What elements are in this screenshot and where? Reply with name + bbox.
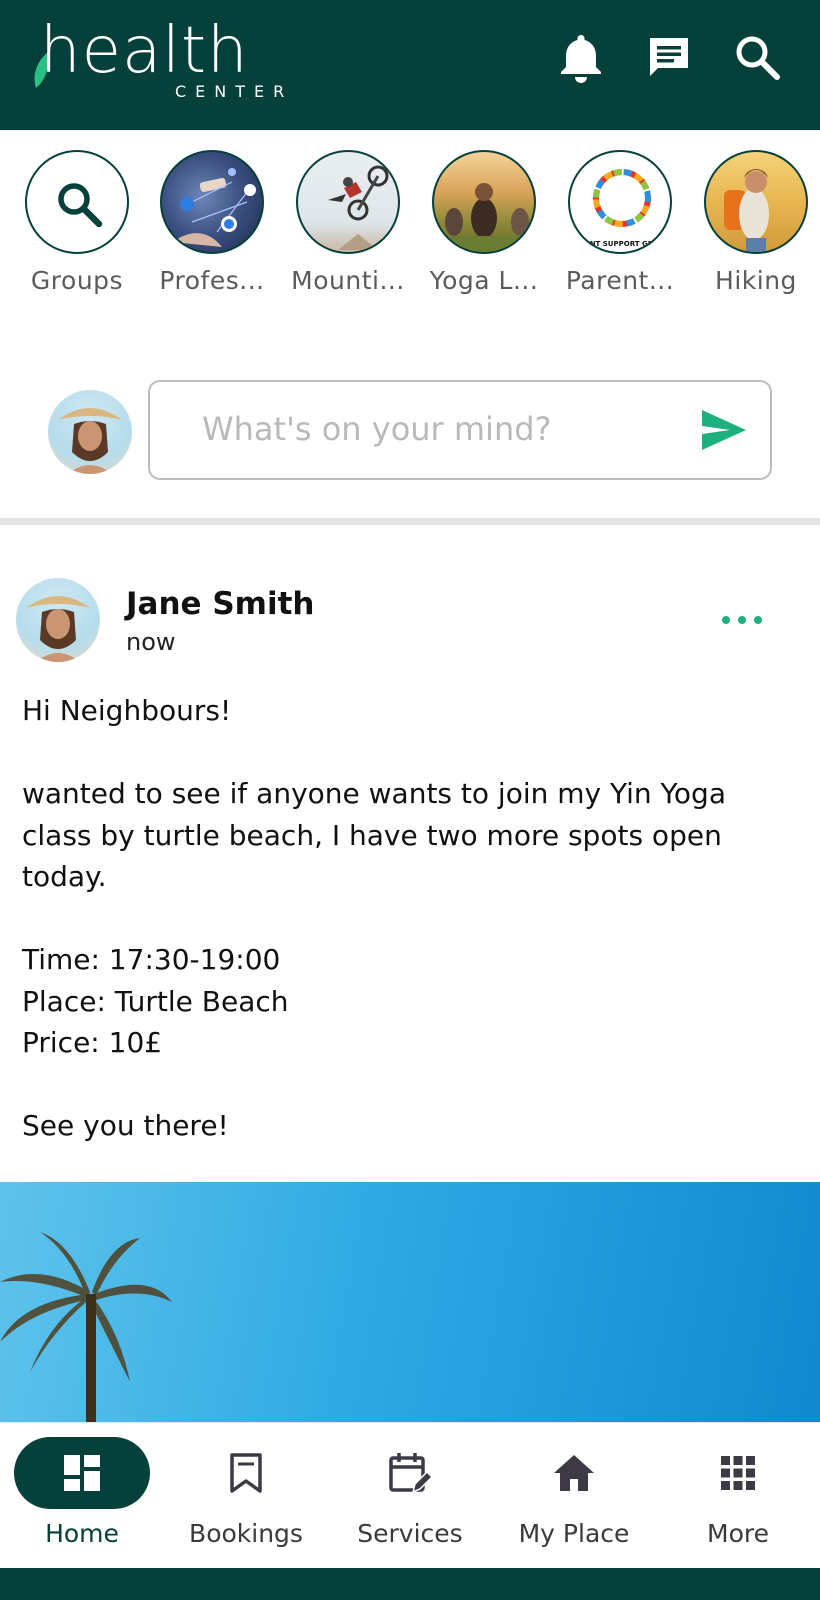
network-image: [172, 168, 256, 247]
calendar-edit-icon: [389, 1453, 433, 1494]
bookmark-icon: [230, 1453, 262, 1493]
group-item-parent[interactable]: ENT SUPPORT GRO Parent...: [550, 150, 690, 295]
group-avatar-parent-support: ENT SUPPORT GRO: [568, 150, 672, 254]
bell-icon[interactable]: [554, 30, 608, 84]
groups-search-circle[interactable]: [25, 150, 129, 254]
parent-support-logo: ENT SUPPORT GRO: [585, 169, 659, 248]
group-label: Profes...: [159, 266, 265, 295]
app-header: health CENTER: [0, 0, 820, 130]
group-avatar-yoga: [432, 150, 536, 254]
search-icon[interactable]: [730, 30, 784, 84]
chat-icon[interactable]: [642, 30, 696, 84]
nav-label: Services: [357, 1519, 463, 1548]
nav-services[interactable]: Services: [328, 1437, 492, 1557]
post-author-name[interactable]: Jane Smith: [126, 586, 314, 622]
nav-home-pill[interactable]: [14, 1437, 150, 1509]
parent-logo-text: ENT SUPPORT GRO: [585, 240, 659, 248]
nav-home[interactable]: Home: [0, 1437, 164, 1557]
group-item-yoga[interactable]: Yoga L...: [414, 150, 554, 295]
nav-label: Home: [45, 1519, 119, 1548]
group-avatar-network: [160, 150, 264, 254]
post-composer-input[interactable]: What's on your mind?: [148, 380, 772, 480]
nav-label: Bookings: [189, 1519, 303, 1548]
palm-tree-image: [0, 1232, 172, 1422]
composer-placeholder: What's on your mind?: [202, 410, 552, 448]
logo-word: health: [40, 14, 249, 88]
group-label: Mounti...: [291, 266, 405, 295]
group-item-groups[interactable]: Groups: [7, 150, 147, 295]
nav-label: My Place: [518, 1519, 630, 1548]
group-avatar-hiking: [704, 150, 808, 254]
group-label: Parent...: [565, 266, 675, 295]
user-avatar[interactable]: [48, 390, 132, 474]
post-timestamp: now: [126, 628, 176, 656]
logo-subtitle: CENTER: [175, 82, 294, 101]
groups-carousel[interactable]: Groups Profes... Mounti... Yoga L... ENT…: [0, 130, 820, 310]
nav-more[interactable]: More: [656, 1437, 820, 1557]
post-image[interactable]: [0, 1182, 820, 1422]
more-options-icon[interactable]: [722, 610, 762, 630]
group-avatar-bike: [296, 150, 400, 254]
nav-label: More: [707, 1519, 769, 1548]
nav-bookings[interactable]: Bookings: [164, 1437, 328, 1557]
send-icon[interactable]: [700, 408, 748, 452]
post-author-avatar[interactable]: [16, 578, 100, 662]
bottom-navigation: Home Bookings Services My Place More: [0, 1422, 820, 1568]
system-bar: [0, 1568, 820, 1600]
group-label: Yoga L...: [429, 266, 539, 295]
hiking-image: [724, 169, 769, 252]
section-divider: [0, 518, 820, 525]
yoga-image: [434, 183, 534, 252]
group-item-hiking[interactable]: Hiking: [686, 150, 820, 295]
dashboard-icon: [64, 1455, 100, 1491]
grid-icon: [721, 1456, 755, 1490]
nav-my-place[interactable]: My Place: [492, 1437, 656, 1557]
post-body: Hi Neighbours! wanted to see if anyone w…: [22, 694, 726, 1142]
group-label: Groups: [30, 266, 124, 295]
bike-image: [328, 165, 389, 250]
group-item-mountain[interactable]: Mounti...: [278, 150, 418, 295]
group-label: Hiking: [715, 266, 797, 295]
group-item-professionals[interactable]: Profes...: [142, 150, 282, 295]
health-center-logo[interactable]: health CENTER: [30, 12, 300, 112]
house-icon: [554, 1455, 594, 1491]
search-icon: [58, 183, 103, 228]
